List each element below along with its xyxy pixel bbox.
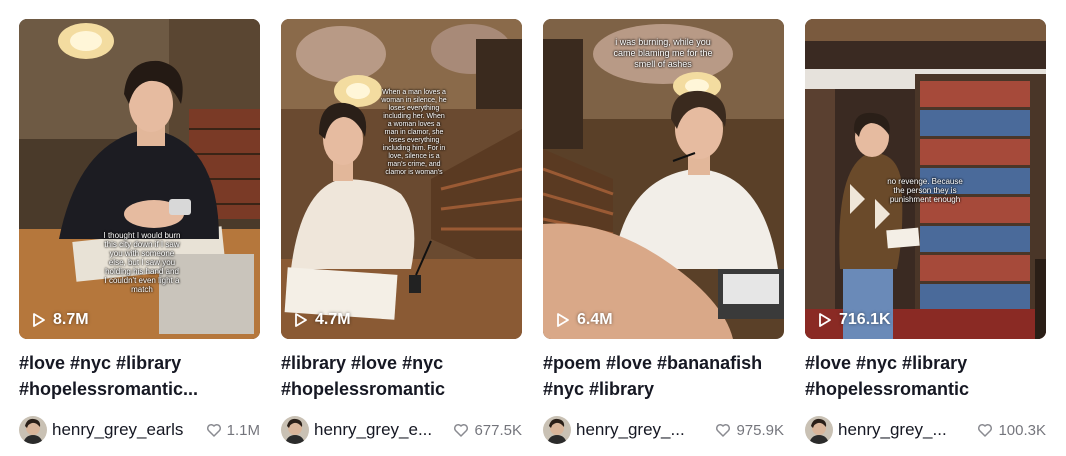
author-name[interactable]: henry_grey_e... [314, 420, 445, 440]
video-description[interactable]: #library #love #nyc #hopelessromantic [281, 350, 522, 402]
video-meta: henry_grey_e... 677.5K [281, 415, 522, 445]
view-count: 716.1K [817, 311, 891, 329]
video-card: no revenge. Because the person they is p… [805, 19, 1046, 445]
video-thumbnail[interactable]: no revenge. Because the person they is p… [805, 19, 1046, 339]
author-name[interactable]: henry_grey_... [576, 420, 707, 440]
video-thumbnail[interactable]: i was burning, while you came blaming me… [543, 19, 784, 339]
avatar[interactable] [543, 416, 571, 444]
heart-outline-icon [716, 423, 731, 437]
video-meta: henry_grey_earls 1.1M [19, 415, 260, 445]
view-count-value: 8.7M [53, 311, 89, 328]
like-count: 975.9K [715, 422, 784, 439]
video-description[interactable]: #love #nyc #library #hopelessromantic... [19, 350, 260, 402]
video-caption-overlay: I thought I would burn this city down if… [103, 231, 181, 294]
video-grid: I thought I would burn this city down if… [19, 19, 1046, 445]
video-thumbnail[interactable]: When a man loves a woman in silence, he … [281, 19, 522, 339]
video-caption-overlay: i was burning, while you came blaming me… [613, 37, 713, 69]
avatar[interactable] [805, 416, 833, 444]
author-name[interactable]: henry_grey_... [838, 420, 969, 440]
video-caption-overlay: no revenge. Because the person they is p… [887, 177, 963, 204]
avatar[interactable] [281, 416, 309, 444]
video-description[interactable]: #love #nyc #library #hopelessromantic [805, 350, 1046, 402]
thumbnail-image [281, 19, 522, 339]
video-meta: henry_grey_... 100.3K [805, 415, 1046, 445]
like-count-value: 975.9K [736, 421, 784, 439]
like-count-value: 677.5K [474, 421, 522, 439]
play-outline-icon [819, 313, 831, 327]
view-count: 4.7M [293, 311, 351, 329]
video-card: When a man loves a woman in silence, he … [281, 19, 522, 445]
video-caption-overlay: When a man loves a woman in silence, he … [381, 89, 447, 176]
play-outline-icon [557, 313, 569, 327]
view-count-value: 6.4M [577, 311, 613, 328]
view-count: 6.4M [555, 311, 613, 329]
like-count: 677.5K [453, 422, 522, 439]
like-count-value: 1.1M [226, 421, 260, 439]
video-meta: henry_grey_... 975.9K [543, 415, 784, 445]
video-card: i was burning, while you came blaming me… [543, 19, 784, 445]
play-outline-icon [33, 313, 45, 327]
heart-outline-icon [454, 423, 469, 437]
heart-outline-icon [978, 423, 993, 437]
video-description[interactable]: #poem #love #bananafish #nyc #library [543, 350, 784, 402]
play-outline-icon [295, 313, 307, 327]
view-count-value: 4.7M [315, 311, 351, 328]
like-count-value: 100.3K [998, 421, 1046, 439]
like-count: 1.1M [206, 422, 260, 439]
author-name[interactable]: henry_grey_earls [52, 420, 198, 440]
video-card: I thought I would burn this city down if… [19, 19, 260, 445]
like-count: 100.3K [977, 422, 1046, 439]
heart-outline-icon [206, 423, 221, 437]
view-count: 8.7M [31, 311, 89, 329]
video-thumbnail[interactable]: I thought I would burn this city down if… [19, 19, 260, 339]
view-count-value: 716.1K [839, 311, 891, 328]
avatar[interactable] [19, 416, 47, 444]
